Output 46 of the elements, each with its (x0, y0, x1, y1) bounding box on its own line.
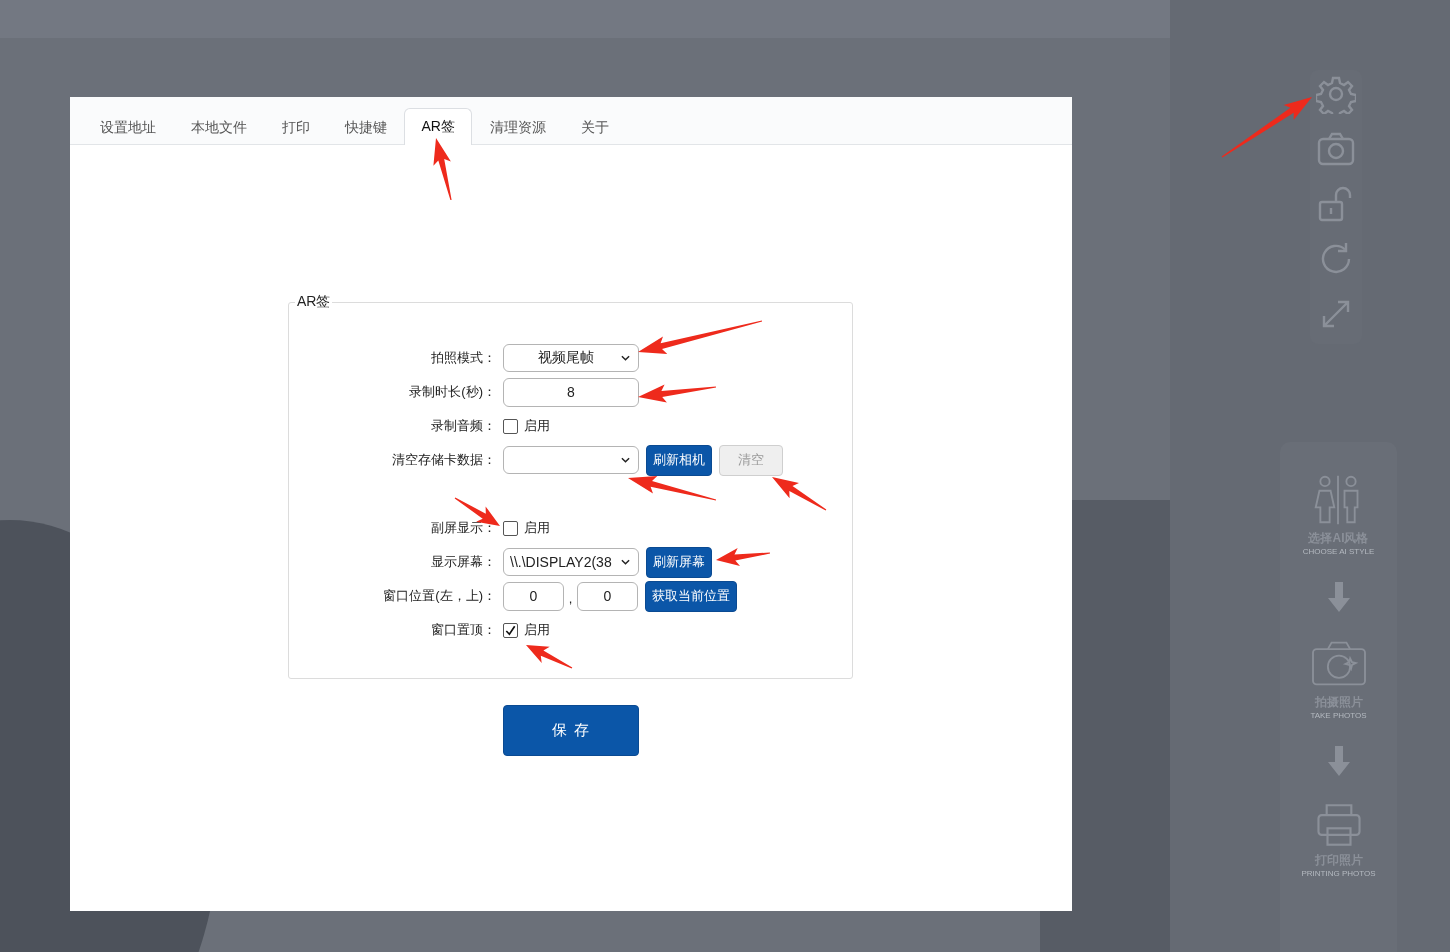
checkbox[interactable] (503, 418, 518, 434)
field-label: 拍照模式： (430, 349, 496, 367)
tab[interactable]: 打印 (264, 109, 327, 145)
separator-text: , (567, 590, 574, 608)
tab[interactable]: AR签 (404, 108, 473, 145)
chevron-icon (621, 457, 630, 463)
tab[interactable]: 快捷键 (327, 109, 404, 145)
checkbox-label: 启用 (524, 621, 550, 639)
step-subtitle: PRINTING PHOTOS (1301, 869, 1376, 878)
annotation-arrow (433, 138, 452, 201)
tab[interactable]: 清理资源 (472, 109, 564, 145)
checkbox-label: 启用 (524, 519, 550, 537)
annotation-arrow (526, 645, 573, 669)
action-button[interactable]: 获取当前位置 (645, 580, 737, 612)
down-arrow-icon (1326, 746, 1351, 776)
field-label: 清空存储卡数据： (391, 451, 496, 469)
field-label: 副屏显示： (430, 519, 496, 537)
dropdown[interactable]: 视频尾帧 (503, 344, 639, 372)
field-label: 窗口位置(左，上)： (382, 587, 496, 605)
group-title: AR签 (296, 293, 332, 311)
dropdown[interactable]: \\.\DISPLAY2(38 (503, 548, 639, 576)
chevron-icon (621, 559, 630, 565)
action-button[interactable]: 刷新屏幕 (646, 546, 712, 578)
input-field[interactable]: 0 (577, 581, 638, 611)
tab[interactable]: 设置地址 (82, 109, 173, 145)
down-arrow-icon (1326, 582, 1351, 612)
chevron-icon (621, 355, 630, 361)
settings-icon[interactable] (1316, 74, 1356, 114)
annotation-arrow (716, 548, 771, 566)
action-button[interactable]: 刷新相机 (646, 444, 712, 476)
dropdown[interactable] (503, 446, 639, 474)
field-label: 录制时长(秒)： (408, 383, 496, 401)
input-field[interactable]: 0 (503, 581, 564, 611)
field-label: 窗口置顶： (430, 621, 496, 639)
checkbox[interactable] (503, 520, 518, 536)
annotation-arrow (772, 477, 827, 511)
checkbox-label: 启用 (524, 417, 550, 435)
input-field[interactable]: 8 (503, 377, 639, 407)
step-subtitle: TAKE PHOTOS (1310, 711, 1367, 720)
checkbox[interactable] (503, 622, 518, 638)
field-label: 显示屏幕： (430, 553, 496, 571)
step-subtitle: CHOOSE AI STYLE (1302, 547, 1375, 556)
tab[interactable]: 关于 (563, 109, 627, 145)
field-label: 录制音频： (430, 417, 496, 435)
tab[interactable]: 本地文件 (173, 109, 264, 145)
save-button[interactable]: 保 存 (503, 705, 639, 756)
